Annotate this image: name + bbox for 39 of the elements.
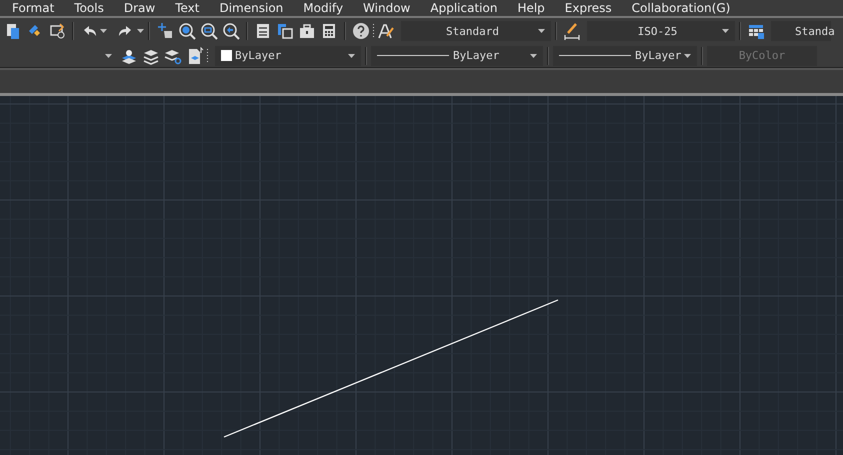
toolbox-icon[interactable] <box>298 22 316 40</box>
linetype-dropdown[interactable]: ByLayer <box>371 46 543 66</box>
menu-item[interactable]: Application <box>420 1 508 16</box>
menu-item[interactable]: Modify <box>293 1 354 16</box>
menu-item[interactable]: Format <box>2 1 64 16</box>
text-style-icon[interactable] <box>377 22 395 40</box>
stacked-windows-icon[interactable] <box>276 22 294 40</box>
caret-icon <box>348 54 355 58</box>
menu-item[interactable]: Dimension <box>209 1 294 16</box>
calculator-icon[interactable] <box>320 22 338 40</box>
menu-item[interactable]: Express <box>554 1 622 16</box>
caret-icon <box>722 29 729 33</box>
lineweight-dropdown[interactable]: ByLayer <box>553 46 697 66</box>
menu-item[interactable]: Text <box>165 1 210 16</box>
help-icon[interactable] <box>352 22 370 40</box>
table-style-icon[interactable] <box>747 22 765 40</box>
dimension-style-icon[interactable] <box>563 22 581 40</box>
caret-icon <box>530 54 537 58</box>
line-sample <box>377 55 449 56</box>
zoom-window-icon[interactable] <box>200 22 218 40</box>
dimension-style-dropdown[interactable]: ISO-25 <box>587 21 735 41</box>
caret-icon <box>100 29 107 33</box>
line-sample <box>559 55 631 56</box>
menu-item[interactable]: Collaboration(G) <box>622 1 740 16</box>
caret-icon <box>105 54 112 58</box>
text-style-dropdown[interactable]: Standard <box>401 21 551 41</box>
caret-icon <box>538 29 545 33</box>
color-dropdown[interactable]: ByLayer <box>215 46 361 66</box>
menu-item[interactable]: Tools <box>64 1 114 16</box>
menu-item[interactable]: Draw <box>114 1 166 16</box>
menu-item[interactable]: Help <box>507 1 555 16</box>
clipboard-icon[interactable] <box>4 22 22 40</box>
menu-item[interactable]: Window <box>353 1 420 16</box>
layer-document-icon[interactable] <box>186 46 204 64</box>
caret-icon <box>137 29 144 33</box>
properties-panel-icon[interactable] <box>254 22 272 40</box>
caret-icon <box>684 54 691 58</box>
block-edit-icon[interactable] <box>48 22 66 40</box>
zoom-previous-icon[interactable] <box>222 22 240 40</box>
